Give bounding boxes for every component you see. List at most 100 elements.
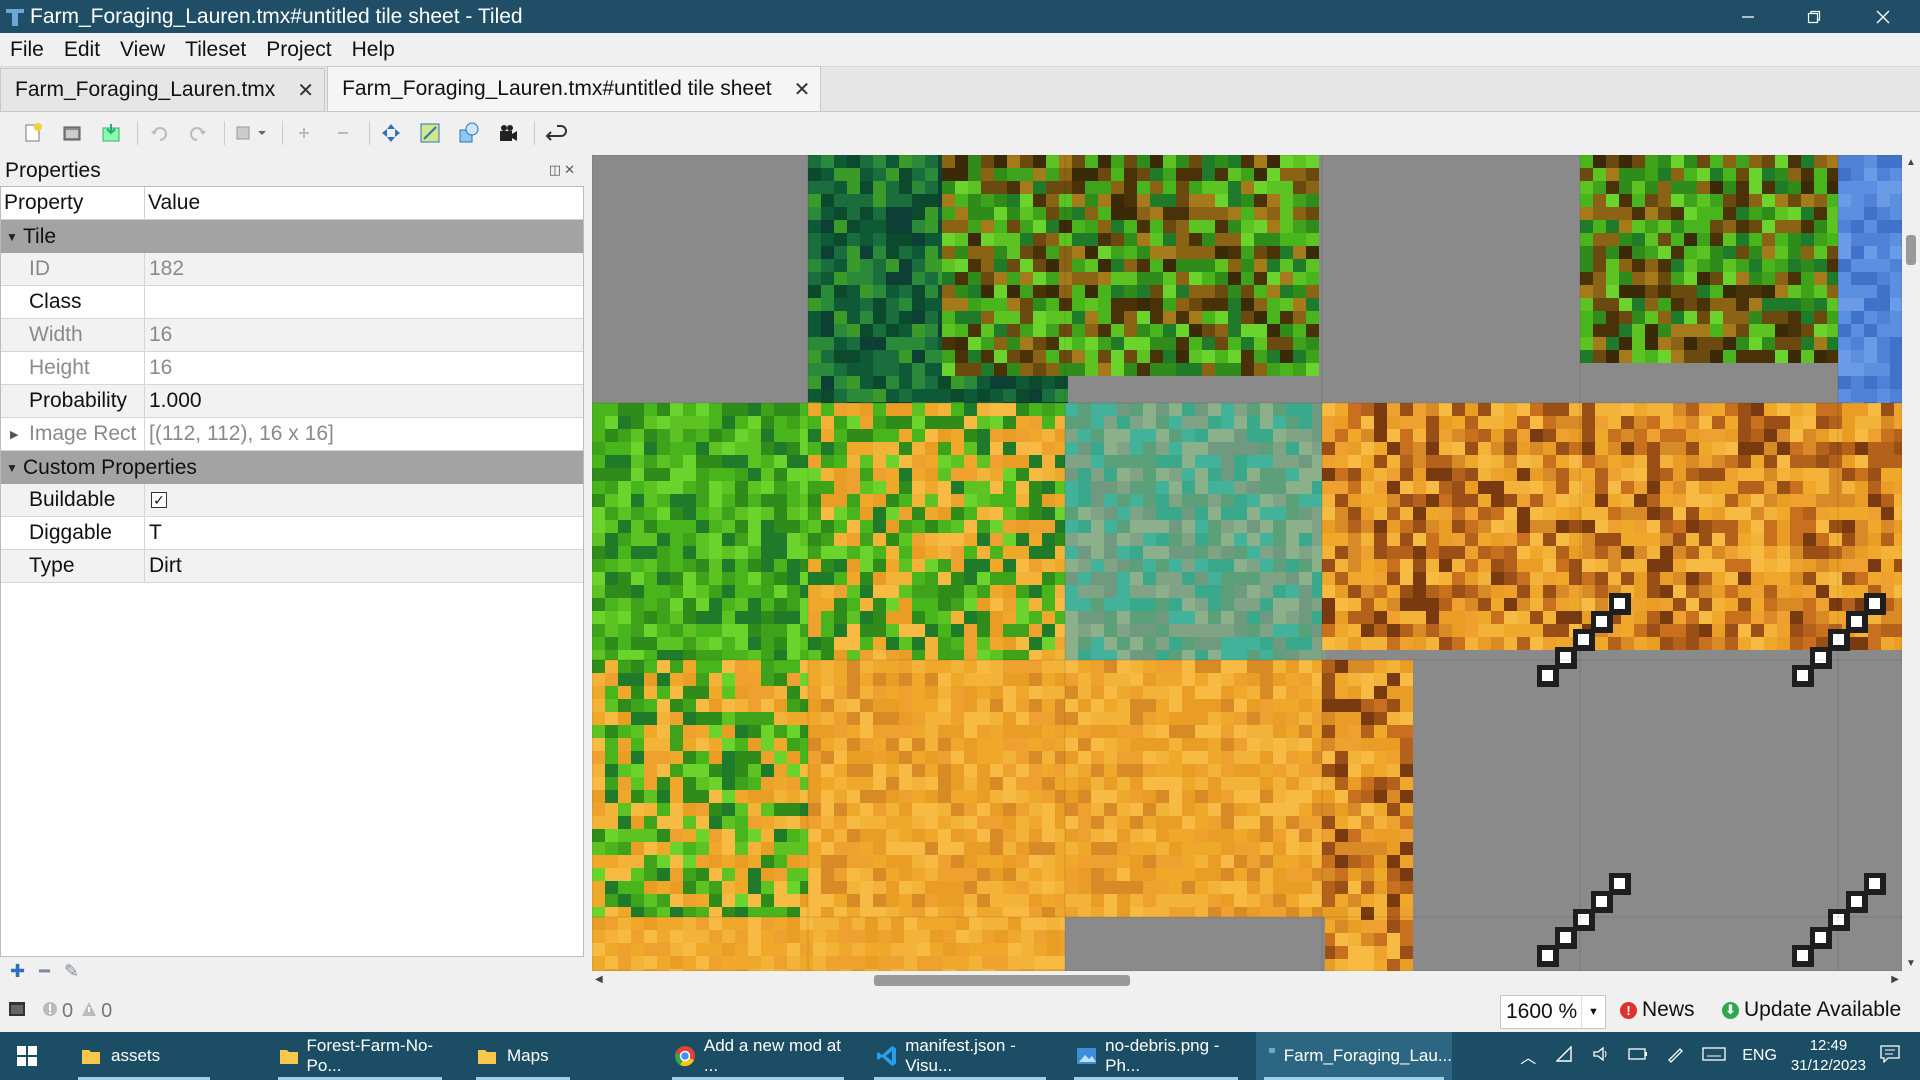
taskbar-item-assets[interactable]: assets: [70, 1032, 218, 1080]
remove-property-icon[interactable]: ━: [39, 961, 50, 982]
scrollbar-thumb[interactable]: [874, 975, 1130, 986]
language-indicator[interactable]: ENG: [1742, 1047, 1777, 1065]
new-icon[interactable]: [20, 120, 46, 146]
tab-tileset[interactable]: Farm_Foraging_Lauren.tmx#untitled tile s…: [327, 66, 822, 111]
rename-property-icon[interactable]: ✎: [64, 961, 79, 982]
buildable-checkbox[interactable]: ✓: [151, 492, 167, 508]
group-tile[interactable]: ▼ Tile: [1, 220, 583, 253]
table-header: Property Value: [1, 187, 583, 220]
update-label: Update Available: [1744, 998, 1902, 1021]
notifications-icon[interactable]: [1880, 1044, 1900, 1068]
news-button[interactable]: ! News: [1620, 998, 1695, 1022]
back-icon[interactable]: [543, 120, 569, 146]
close-panel-icon[interactable]: ✕: [564, 162, 578, 177]
network-icon[interactable]: [1555, 1044, 1574, 1067]
pen-icon[interactable]: [1666, 1045, 1684, 1068]
keyboard-icon[interactable]: [1702, 1046, 1726, 1067]
taskbar-item-vscode[interactable]: manifest.json - Visu...: [866, 1032, 1054, 1080]
error-icon[interactable]: [42, 1000, 58, 1023]
property-row-type[interactable]: Type Dirt: [1, 550, 583, 583]
shapes-icon[interactable]: [456, 120, 482, 146]
chevron-up-icon[interactable]: ︿: [1520, 1044, 1536, 1068]
property-row-height[interactable]: Height 16: [1, 352, 583, 385]
scroll-left-icon[interactable]: ◀: [595, 974, 603, 985]
expand-icon[interactable]: ▶: [10, 428, 18, 441]
property-row-diggable[interactable]: Diggable T: [1, 517, 583, 550]
menu-tileset[interactable]: Tileset: [175, 38, 256, 62]
menu-help[interactable]: Help: [342, 38, 405, 62]
taskbar-item-chrome[interactable]: Add a new mod at ...: [664, 1032, 852, 1080]
toolbar: [0, 112, 1920, 154]
scroll-down-icon[interactable]: ▼: [1906, 958, 1916, 969]
undo-icon[interactable]: [146, 120, 172, 146]
property-row-class[interactable]: Class: [1, 286, 583, 319]
properties-panel: Properties ◫✕ Property Value ▼ Tile ID 1…: [0, 156, 584, 981]
tab-close-icon[interactable]: ✕: [297, 78, 314, 103]
restore-icon[interactable]: [1781, 0, 1847, 33]
property-value-input[interactable]: 1.000: [145, 385, 583, 417]
add-icon[interactable]: [291, 120, 317, 146]
tileset-view[interactable]: [592, 155, 1902, 971]
taskbar-item-photos[interactable]: no-debris.png - Ph...: [1066, 1032, 1246, 1080]
float-icon[interactable]: ◫: [549, 162, 564, 177]
redo-icon[interactable]: [185, 120, 211, 146]
add-property-icon[interactable]: ✚: [10, 961, 25, 982]
property-value-input[interactable]: T: [145, 517, 583, 549]
clock[interactable]: 12:49 31/12/2023: [1791, 1036, 1866, 1076]
open-icon[interactable]: [59, 120, 85, 146]
property-row-buildable[interactable]: Buildable ✓: [1, 484, 583, 517]
close-icon[interactable]: [1850, 0, 1916, 33]
collapse-icon[interactable]: ▼: [1, 461, 23, 475]
scroll-right-icon[interactable]: ▶: [1891, 974, 1899, 985]
tile-icon[interactable]: [417, 120, 443, 146]
tab-map[interactable]: Farm_Foraging_Lauren.tmx ✕: [0, 68, 326, 111]
tileset-image[interactable]: [592, 155, 1902, 971]
minimize-icon[interactable]: [1715, 0, 1781, 33]
property-row-width[interactable]: Width 16: [1, 319, 583, 352]
column-header-property[interactable]: Property: [1, 187, 145, 219]
start-button[interactable]: [16, 1032, 38, 1080]
property-value-input[interactable]: [145, 286, 583, 318]
group-custom-properties[interactable]: ▼ Custom Properties: [1, 451, 583, 484]
horizontal-scrollbar[interactable]: ◀ ▶: [592, 971, 1902, 989]
property-row-probability[interactable]: Probability 1.000: [1, 385, 583, 418]
tab-label: Farm_Foraging_Lauren.tmx#untitled tile s…: [342, 77, 772, 100]
menu-file[interactable]: File: [0, 38, 54, 62]
collapse-icon[interactable]: ▼: [1, 230, 23, 244]
animation-icon[interactable]: [495, 120, 521, 146]
menu-view[interactable]: View: [110, 38, 175, 62]
vscode-icon: [877, 1046, 897, 1066]
window-title: Farm_Foraging_Lauren.tmx#untitled tile s…: [30, 4, 523, 28]
property-key: Buildable: [1, 484, 145, 516]
taskbar-item-forest-farm[interactable]: Forest-Farm-No-Po...: [270, 1032, 450, 1080]
download-icon: ⬇: [1722, 1001, 1739, 1019]
chevron-down-icon[interactable]: ▼: [1581, 996, 1605, 1028]
menu-project[interactable]: Project: [256, 38, 341, 62]
remove-icon[interactable]: [330, 120, 356, 146]
battery-icon[interactable]: [1628, 1047, 1648, 1066]
scroll-up-icon[interactable]: ▲: [1906, 157, 1916, 168]
taskbar-item-tiled[interactable]: Farm_Foraging_Lau...: [1256, 1032, 1452, 1080]
save-icon[interactable]: [98, 120, 124, 146]
property-row-id[interactable]: ID 182: [1, 253, 583, 286]
property-row-image-rect[interactable]: ▶ Image Rect [(112, 112), 16 x 16]: [1, 418, 583, 451]
volume-icon[interactable]: [1592, 1046, 1610, 1067]
zoom-select[interactable]: 1600 % ▼: [1500, 995, 1606, 1029]
zoom-value: 1600 %: [1506, 1000, 1578, 1023]
update-available-button[interactable]: ⬇ Update Available: [1722, 998, 1901, 1022]
taskbar-item-maps[interactable]: Maps: [468, 1032, 578, 1080]
property-value-input[interactable]: Dirt: [145, 550, 583, 582]
stamp-icon[interactable]: [233, 120, 269, 146]
tab-close-icon[interactable]: ✕: [794, 77, 811, 102]
vertical-scrollbar[interactable]: ▲ ▼: [1902, 155, 1920, 971]
folder-icon: [82, 1050, 100, 1064]
properties-title-bar: Properties ◫✕: [0, 156, 584, 186]
scrollbar-thumb[interactable]: [1906, 235, 1916, 265]
move-icon[interactable]: [378, 120, 404, 146]
console-icon[interactable]: [8, 1000, 26, 1023]
clock-time: 12:49: [1809, 1037, 1848, 1054]
taskbar-label: assets: [111, 1046, 161, 1065]
menu-edit[interactable]: Edit: [54, 38, 110, 62]
warning-icon[interactable]: [81, 1000, 97, 1023]
column-header-value[interactable]: Value: [145, 187, 200, 219]
